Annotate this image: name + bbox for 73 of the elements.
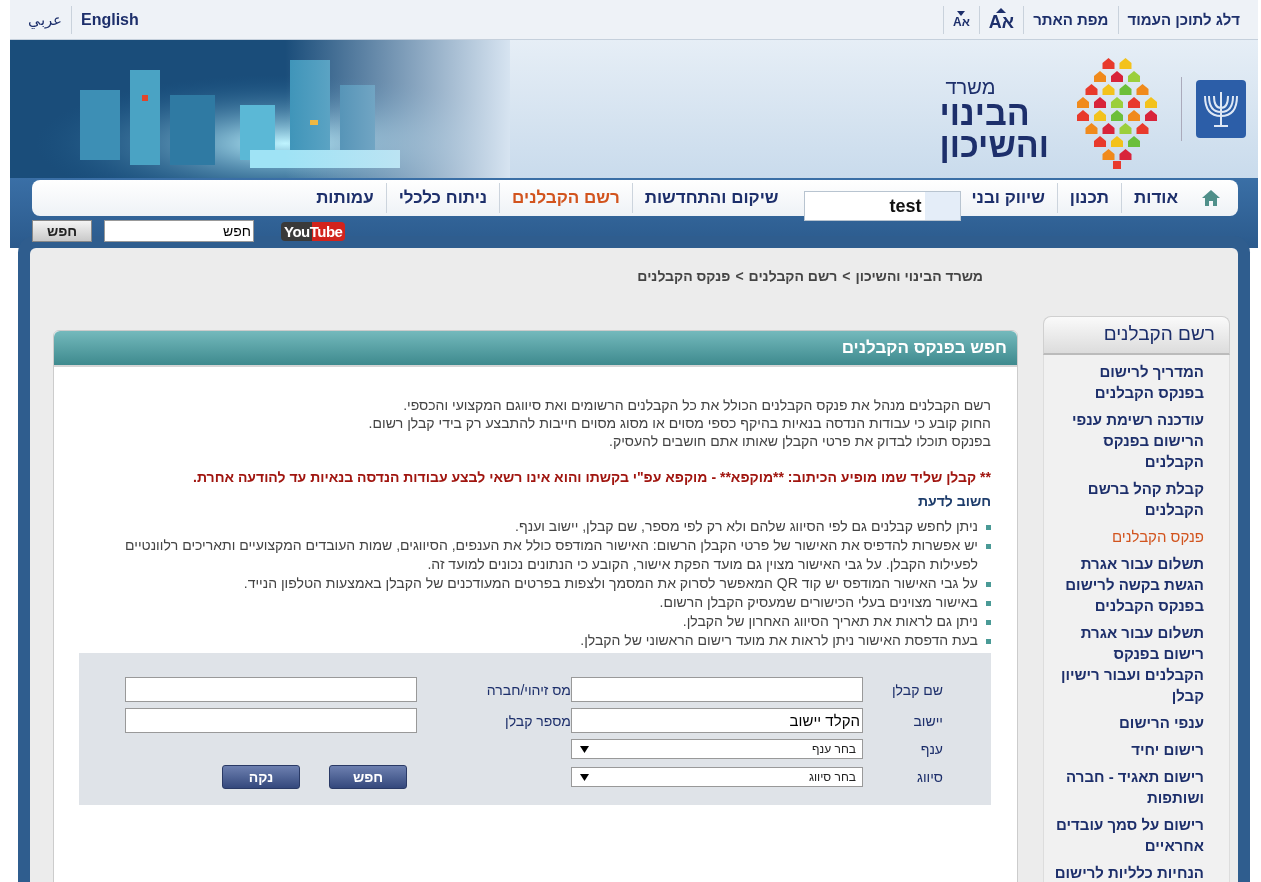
breadcrumb-link[interactable]: רשם הקבלנים bbox=[748, 268, 838, 284]
bullet-icon bbox=[986, 601, 991, 606]
font-decrease-button[interactable]: אA bbox=[953, 11, 970, 28]
ministry-name: הבינוי bbox=[939, 96, 1030, 129]
sidebar-item[interactable]: ענפי הרישום bbox=[1054, 712, 1204, 733]
sidebar-item[interactable]: רישום יחיד bbox=[1054, 739, 1204, 760]
warning-text: ** קבלן שליד שמו מופיע הכיתוב: **מוקפא** - מוקפא עפ"י בקשתו והוא אינו רשאי לבצע עבודות הנדסה בנאיות עד להודעה אחרת. bbox=[192, 469, 991, 485]
caret-icon bbox=[580, 745, 589, 753]
breadcrumb-link[interactable]: פנקס הקבלנים bbox=[637, 268, 731, 284]
sidebar-item[interactable]: רישום על סמך עובדים אחראיים bbox=[1054, 814, 1204, 856]
field-label: ענף bbox=[919, 741, 943, 757]
search-field[interactable]: חפש bbox=[104, 220, 254, 242]
breadcrumb-separator: > bbox=[735, 268, 744, 284]
search-button[interactable]: חפש bbox=[32, 220, 92, 242]
nav-tab[interactable]: שיווק ובני bbox=[959, 188, 1057, 208]
form-button[interactable]: נקה bbox=[222, 765, 300, 789]
bullet-text: יש אפשרות להדפיס את האישור של פרטי הקבלן הרשום: האישור המודפס כולל את הענפים, הסיווגים, שמות העובדים המקצועיים ותאריכים רלוונטיים לפעילות הקבלן. על גבי האישור מצוין גם מועד הפקת אישור, הקובע כי הנתונים נכונים למועד זה. bbox=[124, 536, 978, 574]
input-field[interactable] bbox=[125, 677, 417, 702]
arrow-down-icon bbox=[957, 11, 966, 16]
intro-text: בפנקס תוכלו לבדוק את פרטי הקבלן שאותו אתם חושבים להעסיק. bbox=[608, 432, 991, 450]
breadcrumb-separator: > bbox=[842, 268, 851, 284]
field-label: מספר קבלן bbox=[504, 712, 571, 729]
top-link[interactable]: דלג לתוכן העמוד bbox=[1127, 11, 1240, 28]
bullet-text: ניתן לחפש קבלנים גם לפי הסיווג שלהם ולא רק לפי מספר, שם קבלן, יישוב וענף. bbox=[515, 517, 978, 536]
sidebar-title: רשם הקבלנים bbox=[1043, 316, 1230, 355]
nav-tab[interactable]: שיקום והתחדשות bbox=[632, 188, 791, 208]
breadcrumb-link[interactable]: משרד הבינוי והשיכון bbox=[855, 268, 983, 284]
bullet-text: בעת הדפסת האישור ניתן לראות את מועד רישום הראשוני של הקבלן. bbox=[580, 631, 978, 650]
ministry-name: והשיכון bbox=[939, 129, 1049, 162]
field-label: סיווג bbox=[916, 769, 943, 785]
menorah-emblem-icon bbox=[1196, 80, 1246, 138]
nav-tab[interactable]: אודות bbox=[1122, 188, 1190, 208]
dropdown[interactable]: בחר ענף bbox=[571, 739, 863, 759]
bullet-icon bbox=[986, 525, 991, 530]
field-label: מס זיהוי/חברה bbox=[485, 681, 571, 698]
sidebar-item[interactable]: רישום תאגיד - חברה ושותפות bbox=[1054, 766, 1204, 808]
bullet-icon bbox=[986, 544, 991, 549]
input-field[interactable] bbox=[571, 677, 863, 702]
input-field[interactable]: test bbox=[804, 191, 962, 221]
form-button[interactable]: חפש bbox=[329, 765, 407, 789]
sidebar-item[interactable]: המדריך לרישום בפנקס הקבלנים bbox=[1054, 361, 1204, 403]
top-link[interactable]: מפת האתר bbox=[1033, 11, 1109, 28]
font-increase-button[interactable]: אA bbox=[988, 8, 1015, 31]
panel-header: חפש בפנקס הקבלנים bbox=[54, 331, 1017, 367]
nav-tab[interactable]: רשם הקבלנים bbox=[500, 188, 632, 208]
bullet-text: באישור מצוינים בעלי הכישורים שמעסיק הקבלן הרשום. bbox=[659, 593, 978, 612]
input-field[interactable] bbox=[125, 708, 417, 733]
sidebar-item[interactable]: עודכנה רשימת ענפי הרישום בפנקס הקבלנים bbox=[1054, 409, 1204, 472]
intro-text: רשם הקבלנים מנהל את פנקס הקבלנים הכולל את כל הקבלנים הרשומים ואת סיווגם המקצועי והכספי. bbox=[402, 396, 991, 414]
section-heading: חשוב לדעת bbox=[917, 493, 991, 509]
bullet-icon bbox=[986, 582, 991, 587]
dropdown[interactable]: בחר סיווג bbox=[571, 767, 863, 787]
nav-tab[interactable]: תכנון bbox=[1057, 188, 1122, 208]
ministry-label: משרד bbox=[945, 76, 996, 97]
bullet-text: על גבי האישור המודפס יש קוד QR המאפשר לסרוק את המסמך ולצפות בפרטים המעודכנים של הקבלן באמצעות הטלפון הנייד. bbox=[243, 574, 978, 593]
language-link[interactable]: عربي bbox=[28, 10, 62, 29]
caret-icon bbox=[580, 773, 589, 781]
field-label: שם קבלן bbox=[891, 681, 943, 698]
sidebar-item[interactable]: תשלום עבור אגרת הגשת בקשה לרישום בפנקס הקבלנים bbox=[1054, 553, 1204, 616]
bullet-icon bbox=[986, 639, 991, 644]
intro-text: החוק קובע כי עבודות הנדסה בנאיות בהיקף כספי מסוים או מסוג מסוים חייבות להתבצע רק בידי קבלן רשום. bbox=[367, 414, 991, 432]
input-field[interactable]: הקלד יישוב bbox=[571, 708, 863, 733]
sidebar-item[interactable]: קבלת קהל ברשם הקבלנים bbox=[1054, 478, 1204, 520]
sidebar-item[interactable]: תשלום עבור אגרת רישום בפנקס הקבלנים ועבור רישיון קבלן bbox=[1054, 622, 1204, 706]
field-label: יישוב bbox=[912, 712, 943, 729]
language-link[interactable]: English bbox=[81, 10, 139, 29]
arrow-up-icon bbox=[996, 8, 1007, 13]
bullet-icon bbox=[986, 620, 991, 625]
bullet-text: ניתן גם לראות את תאריך הסיווג האחרון של הקבלן. bbox=[682, 612, 978, 631]
nav-tab[interactable]: ניתוח כלכלי bbox=[386, 188, 500, 208]
sidebar-item[interactable]: הנחיות כלליות לרישום bbox=[1054, 862, 1204, 882]
nav-tab[interactable]: עמותות bbox=[304, 188, 386, 208]
sidebar-item[interactable]: פנקס הקבלנים bbox=[1054, 526, 1204, 547]
